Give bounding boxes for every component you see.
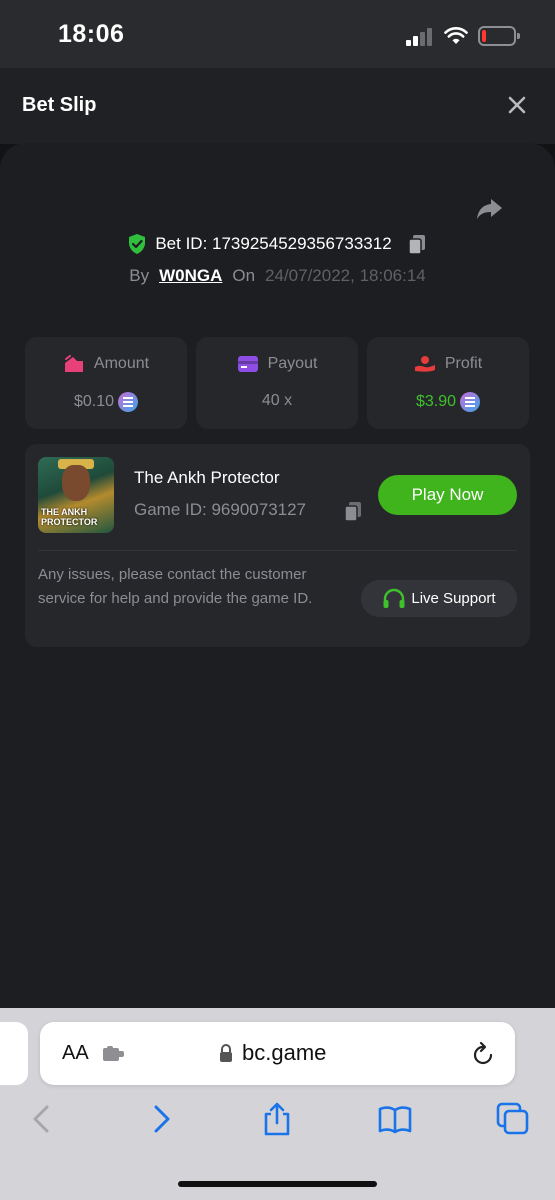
url-text: bc.game <box>242 1040 327 1065</box>
payout-card: Payout 40 x <box>196 337 358 429</box>
wallet-icon <box>64 355 83 372</box>
live-support-button[interactable]: Live Support <box>361 580 517 617</box>
game-thumbnail[interactable]: THE ANKH PROTECTOR <box>38 457 114 533</box>
amount-card: Amount $0.10 <box>25 337 187 429</box>
wifi-icon <box>444 27 468 44</box>
card-icon <box>237 356 258 372</box>
bet-id: Bet ID: 1739254529356733312 <box>155 234 392 253</box>
bookmarks-icon[interactable] <box>377 1101 413 1137</box>
bet-id-row: Bet ID: 1739254529356733312 <box>0 233 555 259</box>
share-icon[interactable] <box>474 194 504 224</box>
play-now-button[interactable]: Play Now <box>378 475 517 515</box>
by-label: By <box>129 266 150 285</box>
page-settings-button[interactable]: AA <box>62 1042 89 1065</box>
live-support-label: Live Support <box>411 590 496 607</box>
amount-label: Amount <box>93 355 150 372</box>
lock-icon <box>220 1044 232 1062</box>
close-icon[interactable] <box>503 91 531 119</box>
verified-shield-icon <box>129 234 146 254</box>
bet-datetime: 24/07/2022, 18:06:14 <box>265 266 426 285</box>
battery-icon <box>478 26 520 46</box>
profit-label: Profit <box>444 355 483 372</box>
on-label: On <box>232 266 256 285</box>
home-indicator <box>178 1181 377 1187</box>
profit-icon <box>414 356 435 372</box>
share-sheet-icon[interactable] <box>259 1101 295 1137</box>
forward-icon[interactable] <box>143 1101 179 1137</box>
bet-slip-header: Bet Slip <box>0 68 555 144</box>
divider <box>38 550 517 551</box>
status-time: 18:06 <box>58 20 125 48</box>
reload-icon[interactable] <box>470 1040 496 1068</box>
cellular-signal-icon <box>406 28 434 46</box>
extension-icon[interactable] <box>102 1045 126 1063</box>
payout-label: Payout <box>267 355 318 372</box>
issues-text: Any issues, please contact the customer … <box>38 566 313 607</box>
bet-meta-row: By W0NGA On 24/07/2022, 18:06:14 <box>0 266 555 292</box>
status-bar: 18:06 <box>0 0 555 68</box>
amount-value: $0.10 <box>73 393 115 410</box>
tabs-icon[interactable] <box>495 1101 531 1137</box>
back-icon[interactable] <box>24 1101 60 1137</box>
username-link[interactable]: W0NGA <box>159 266 222 286</box>
game-title: The Ankh Protector <box>134 468 280 487</box>
previous-tab-preview[interactable] <box>0 1022 28 1085</box>
copy-icon[interactable] <box>406 233 428 255</box>
coin-icon <box>460 392 481 412</box>
url-display[interactable]: bc.game <box>218 1040 326 1066</box>
coin-icon <box>118 392 139 412</box>
profit-value: $3.90 <box>415 393 457 410</box>
profit-card: Profit $3.90 <box>367 337 529 429</box>
payout-value: 40 x <box>261 392 293 409</box>
game-id: Game ID: 9690073127 <box>134 500 307 519</box>
headset-icon <box>383 588 405 608</box>
copy-game-id-icon[interactable] <box>342 500 364 522</box>
page-title: Bet Slip <box>22 94 97 116</box>
